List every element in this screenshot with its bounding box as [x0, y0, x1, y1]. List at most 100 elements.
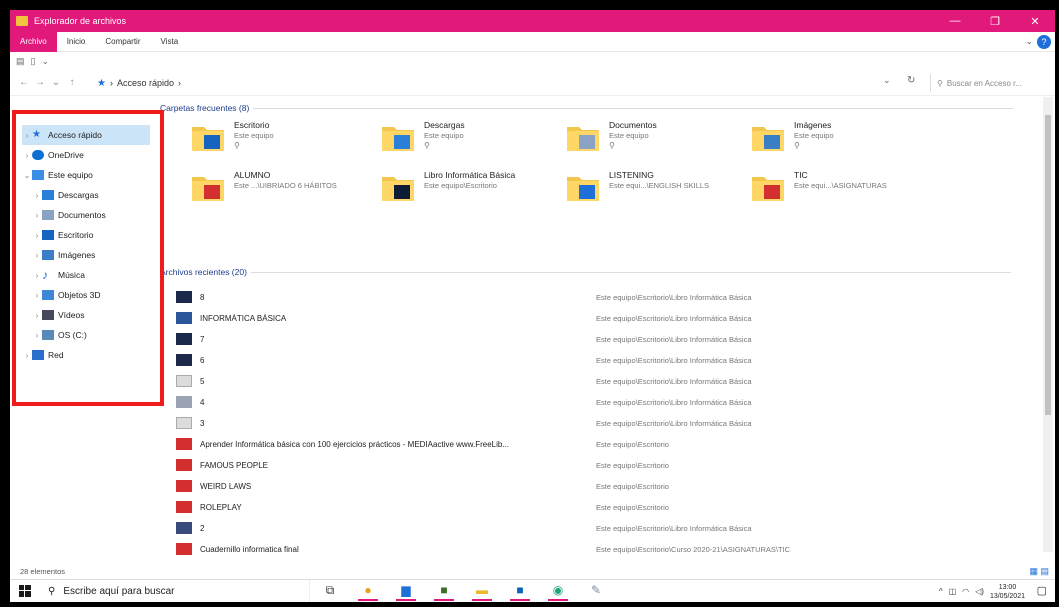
expand-icon[interactable]: › — [32, 191, 42, 200]
tab-compartir[interactable]: Compartir — [95, 32, 150, 52]
edge-icon[interactable]: ◉ — [548, 581, 568, 601]
nav-item[interactable]: › OneDrive — [22, 145, 150, 165]
file-path: Este equipo\Escritorio — [596, 481, 669, 491]
clock[interactable]: 13:00 13/05/2021 — [990, 583, 1025, 601]
pin-icon[interactable]: ⚲ — [609, 141, 657, 150]
wifi-icon[interactable]: ◠ — [962, 587, 969, 596]
recent-file-row[interactable]: 5 Este equipo\Escritorio\Libro Informátic… — [176, 371, 1036, 391]
chevron-down-icon[interactable]: ⌄ — [41, 56, 49, 67]
chrome-icon[interactable]: ● — [358, 581, 378, 601]
expand-icon[interactable]: › — [22, 151, 32, 160]
expand-icon[interactable]: › — [32, 271, 42, 280]
taskbar-search-input[interactable]: ⚲ Escribe aquí para buscar — [40, 579, 310, 602]
paint-icon[interactable]: ✎ — [586, 581, 606, 601]
back-button[interactable]: ← — [16, 73, 32, 93]
recent-files-header[interactable]: Archivos recientes (20) — [160, 267, 1011, 277]
expand-icon[interactable]: › — [32, 331, 42, 340]
tab-inicio[interactable]: Inicio — [57, 32, 96, 52]
recent-file-row[interactable]: 3 Este equipo\Escritorio\Libro Informátic… — [176, 413, 1036, 433]
folder-tile[interactable]: Descargas Este equipo ⚲ — [380, 119, 570, 169]
expand-icon[interactable]: › — [32, 231, 42, 240]
folder-tile[interactable]: LISTENING Este equi...\ENGLISH SKILLS — [565, 169, 755, 219]
folder-tile[interactable]: Imágenes Este equipo ⚲ — [750, 119, 940, 169]
properties-icon[interactable]: ▤ — [16, 56, 25, 67]
nav-item-label: Acceso rápido — [48, 130, 102, 140]
file-icon — [176, 333, 192, 345]
forward-button[interactable]: → — [32, 73, 48, 93]
pin-icon[interactable]: ⚲ — [424, 141, 465, 150]
recent-file-row[interactable]: 4 Este equipo\Escritorio\Libro Informátic… — [176, 392, 1036, 412]
nav-item[interactable]: › Imágenes — [22, 245, 150, 265]
recent-locations-button[interactable]: ⌄ — [48, 73, 64, 93]
folder-icon — [750, 169, 786, 205]
notification-icon[interactable]: ▢ — [1037, 584, 1047, 597]
content-pane: Carpetas frecuentes (8) Escritorio Este e… — [160, 97, 1040, 567]
recent-file-row[interactable]: WEIRD LAWS Este equipo\Escritorio — [176, 476, 1036, 496]
expand-icon[interactable]: › — [32, 311, 42, 320]
folder-tile[interactable]: TIC Este equi...\ASIGNATURAS — [750, 169, 940, 219]
recent-file-row[interactable]: INFORMÁTICA BÁSICA Este equipo\Escritorio… — [176, 308, 1036, 328]
nav-item[interactable]: › Documentos — [22, 205, 150, 225]
close-button[interactable]: ✕ — [1015, 10, 1055, 32]
outlook-icon[interactable]: ■ — [510, 581, 530, 601]
expand-icon[interactable]: › — [22, 131, 32, 140]
tab-vista[interactable]: Vista — [151, 32, 189, 52]
recent-file-row[interactable]: FAMOUS PEOPLE Este equipo\Escritorio — [176, 455, 1036, 475]
recent-file-row[interactable]: 7 Este equipo\Escritorio\Libro Informátic… — [176, 329, 1036, 349]
folder-tile[interactable]: Libro Informática Básica Este equipo\Escr… — [380, 169, 570, 219]
search-input[interactable]: ⚲ Buscar en Acceso r... — [930, 74, 1051, 92]
nav-item[interactable]: › Vídeos — [22, 305, 150, 325]
new-folder-icon[interactable]: ▯ — [31, 56, 36, 67]
help-icon[interactable]: ? — [1037, 35, 1051, 49]
folder-tile[interactable]: Documentos Este equipo ⚲ — [565, 119, 755, 169]
expand-icon[interactable]: › — [32, 211, 42, 220]
chevron-down-icon[interactable]: ⌄ — [1025, 36, 1033, 47]
nav-item[interactable]: › Objetos 3D — [22, 285, 150, 305]
minimize-button[interactable]: — — [935, 10, 975, 32]
nav-item[interactable]: ⌄ Este equipo — [22, 165, 150, 185]
network-icon[interactable]: ◫ — [949, 587, 957, 596]
taskbar: ⚲ Escribe aquí para buscar ⧉ ● ▆ ■ ▬ ■ ◉ ✎ ^ ◫ … — [10, 579, 1055, 602]
recent-file-row[interactable]: Aprender Informática básica con 100 ejer… — [176, 434, 1036, 454]
folder-name: ALUMNO — [234, 170, 271, 180]
expand-icon[interactable]: › — [22, 351, 32, 360]
frequent-folders-header[interactable]: Carpetas frecuentes (8) — [160, 103, 1014, 113]
nav-item[interactable]: › Descargas — [22, 185, 150, 205]
start-button[interactable] — [10, 580, 40, 603]
nav-item[interactable]: › OS (C:) — [22, 325, 150, 345]
folder-icon[interactable]: ▬ — [472, 581, 492, 601]
scrollbar-thumb[interactable] — [1045, 115, 1051, 415]
refresh-icon[interactable]: ↻ — [907, 75, 915, 86]
maximize-button[interactable]: ❐ — [975, 10, 1015, 32]
minecraft-icon[interactable]: ■ — [434, 581, 454, 601]
task-view-icon[interactable]: ⧉ — [320, 581, 340, 601]
folder-tile[interactable]: Escritorio Este equipo ⚲ — [190, 119, 380, 169]
expand-icon[interactable]: › — [32, 291, 42, 300]
recent-file-row[interactable]: 8 Este equipo\Escritorio\Libro Informátic… — [176, 287, 1036, 307]
nav-item[interactable]: › Escritorio — [22, 225, 150, 245]
nav-item[interactable]: › ♪ Música — [22, 265, 150, 285]
chevron-up-icon[interactable]: ^ — [939, 587, 943, 596]
recent-file-row[interactable]: Cuadernillo informatica final Este equipo… — [176, 539, 1036, 559]
volume-icon[interactable]: ◁) — [975, 587, 984, 596]
pin-icon[interactable]: ⚲ — [234, 141, 274, 150]
recent-file-row[interactable]: 6 Este equipo\Escritorio\Libro Informátic… — [176, 350, 1036, 370]
address-dropdown-icon[interactable]: ⌄ — [883, 75, 891, 86]
folder-tile[interactable]: ALUMNO Este ...\UIBRIADO 6 HÁBITOS — [190, 169, 380, 219]
file-explorer-icon[interactable]: ▆ — [396, 581, 416, 601]
address-field[interactable]: ★ › Acceso rápido › — [90, 73, 910, 93]
nav-item[interactable]: › Red — [22, 345, 150, 365]
view-toggle-icon[interactable]: ▦ ▤ — [1029, 566, 1049, 577]
recent-file-row[interactable]: 2 Este equipo\Escritorio\Libro Informátic… — [176, 518, 1036, 538]
vertical-scrollbar[interactable] — [1043, 97, 1053, 552]
expand-icon[interactable]: › — [32, 251, 42, 260]
nav-item[interactable]: › ★ Acceso rápido — [22, 125, 150, 145]
pin-icon[interactable]: ⚲ — [794, 141, 834, 150]
expand-icon[interactable]: ⌄ — [22, 171, 32, 180]
tab-archivo[interactable]: Archivo — [10, 31, 57, 52]
recent-file-row[interactable]: ROLEPLAY Este equipo\Escritorio — [176, 497, 1036, 517]
ribbon-tabs: Archivo Inicio Compartir Vista ⌄ ? — [10, 31, 1055, 52]
up-button[interactable]: ↑ — [64, 73, 80, 93]
file-path: Este equipo\Escritorio\Libro Informática… — [596, 313, 752, 323]
computer-icon — [32, 170, 44, 180]
